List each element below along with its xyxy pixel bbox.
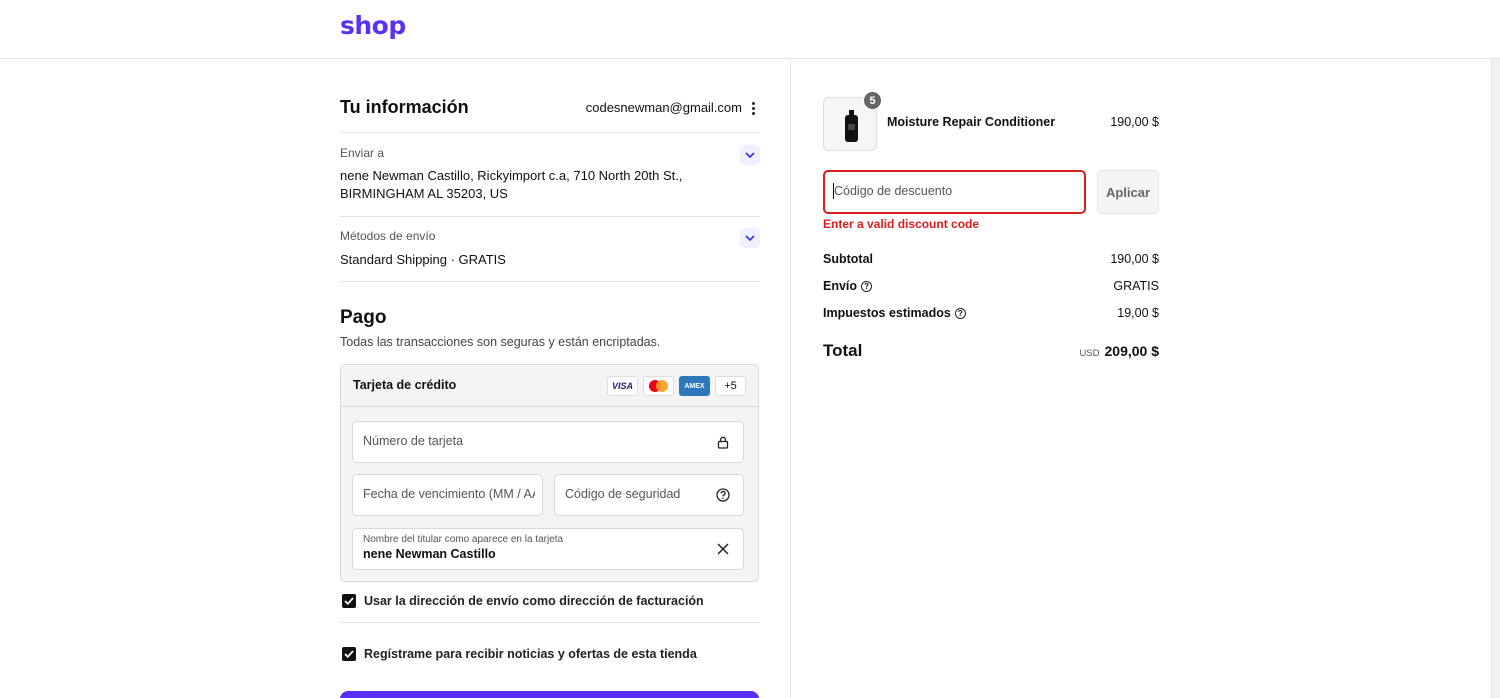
currency-code: USD — [1079, 348, 1100, 359]
card-number-placeholder: Número de tarjeta — [363, 434, 464, 448]
shipping-row: Envío ? GRATIS — [823, 279, 1159, 293]
divider — [340, 216, 760, 217]
security-code-placeholder: Código de seguridad — [565, 487, 681, 501]
shipping-value: GRATIS — [1113, 279, 1159, 293]
bottle-icon — [845, 110, 858, 142]
credit-card-label: Tarjeta de crédito — [353, 378, 457, 392]
ship-to-address: nene Newman Castillo, Rickyimport c.a, 7… — [340, 168, 683, 201]
divider — [340, 132, 760, 133]
taxes-label: Impuestos estimados — [823, 306, 951, 320]
shipping-label-wrap: Envío ? — [823, 279, 873, 293]
help-icon[interactable]: ? — [954, 307, 966, 319]
taxes-row: Impuestos estimados ? 19,00 $ — [823, 306, 1159, 320]
header-bar: shop — [0, 0, 1500, 59]
expiry-input[interactable]: Fecha de vencimiento (MM / AA) — [352, 474, 543, 516]
total-amount: USD 209,00 $ — [1079, 343, 1159, 359]
taxes-label-wrap: Impuestos estimados ? — [823, 306, 966, 320]
discount-placeholder: Código de descuento — [834, 184, 953, 198]
column-divider — [790, 59, 791, 698]
visa-icon: VISA — [607, 376, 638, 396]
shipping-label: Envío — [823, 279, 858, 293]
expiry-placeholder: Fecha de vencimiento (MM / AA) — [363, 487, 535, 501]
discount-code-input[interactable]: Código de descuento — [823, 170, 1086, 214]
quantity-badge: 5 — [863, 91, 882, 110]
more-brands-badge: +5 — [715, 376, 746, 396]
subtotal-row: Subtotal 190,00 $ — [823, 252, 1159, 266]
payment-title: Pago — [340, 307, 387, 328]
card-brands: VISA AMEX +5 — [607, 376, 746, 396]
chevron-down-icon[interactable] — [740, 228, 760, 248]
page-scrollbar[interactable] — [1491, 59, 1500, 698]
total-label: Total — [823, 341, 863, 360]
billing-same-checkbox[interactable] — [342, 594, 356, 608]
account-email: codesnewman@gmail.com — [585, 100, 742, 115]
lock-icon — [715, 434, 731, 450]
cardholder-label: Nombre del titular como aparece en la ta… — [363, 534, 564, 545]
shop-logo[interactable]: shop — [340, 11, 406, 40]
product-name: Moisture Repair Conditioner — [887, 115, 1056, 129]
newsletter-checkbox-row[interactable]: Regístrame para recibir noticias y ofert… — [342, 647, 697, 661]
mastercard-icon — [643, 376, 674, 396]
amex-icon: AMEX — [679, 376, 710, 396]
total-value: 209,00 $ — [1104, 343, 1160, 359]
chevron-down-icon[interactable] — [740, 145, 760, 165]
shipping-method-value: Standard Shipping · GRATIS — [340, 252, 506, 267]
subtotal-label: Subtotal — [823, 252, 873, 266]
account-menu-icon[interactable] — [748, 99, 758, 117]
cardholder-name-input[interactable]: Nombre del titular como aparece en la ta… — [352, 528, 744, 570]
clear-icon[interactable] — [715, 541, 731, 557]
discount-error: Enter a valid discount code — [823, 217, 980, 231]
checkout-form: Tu información codesnewman@gmail.com Env… — [340, 59, 760, 698]
divider — [340, 281, 760, 282]
shipping-methods-label: Métodos de envío — [340, 229, 436, 243]
help-icon[interactable] — [715, 487, 731, 503]
ship-to-label: Enviar a — [340, 146, 385, 160]
card-number-input[interactable]: Número de tarjeta — [352, 421, 744, 463]
cardholder-value: nene Newman Castillo — [363, 547, 496, 561]
pay-now-button[interactable] — [340, 691, 759, 698]
taxes-value: 19,00 $ — [1117, 306, 1159, 320]
subtotal-value: 190,00 $ — [1110, 252, 1159, 266]
total-row: Total USD 209,00 $ — [823, 341, 1159, 361]
credit-card-panel: Tarjeta de crédito VISA AMEX +5 Número d… — [340, 364, 759, 582]
info-title: Tu información — [340, 97, 469, 117]
credit-card-header[interactable]: Tarjeta de crédito VISA AMEX +5 — [341, 365, 758, 407]
newsletter-checkbox[interactable] — [342, 647, 356, 661]
product-price: 190,00 $ — [1110, 115, 1159, 129]
divider — [340, 622, 760, 623]
security-code-input[interactable]: Código de seguridad — [554, 474, 744, 516]
newsletter-label: Regístrame para recibir noticias y ofert… — [364, 647, 697, 661]
apply-discount-button[interactable]: Aplicar — [1097, 170, 1159, 214]
payment-subtitle: Todas las transacciones son seguras y es… — [340, 335, 661, 349]
billing-same-checkbox-row[interactable]: Usar la dirección de envío como direcció… — [342, 594, 704, 608]
order-summary: 5 Moisture Repair Conditioner 190,00 $ C… — [823, 59, 1159, 698]
billing-same-label: Usar la dirección de envío como direcció… — [364, 594, 704, 608]
help-icon[interactable]: ? — [861, 280, 873, 292]
